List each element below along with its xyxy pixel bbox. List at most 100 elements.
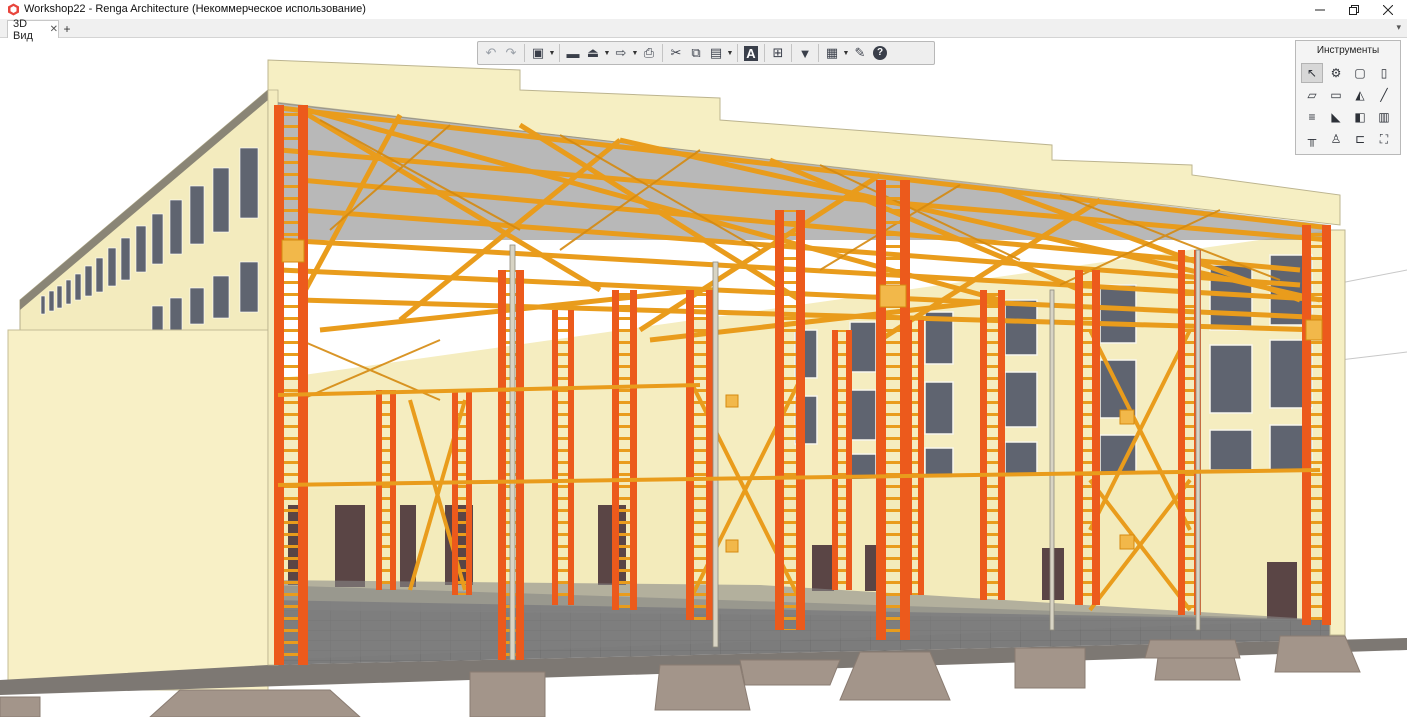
help-icon: ? — [873, 46, 887, 60]
view-cube-icon: ▣ — [531, 45, 545, 60]
stair-tool-button[interactable]: ≡ — [1301, 107, 1323, 127]
main-toolbar: ↶ ↷ ▣ ▼ ▬ ⏏ ▼ ⇨ ▼ ⎙ ✂ ⧉ ▤ ▼ A ⊞ ▼ ▦ ▼ ✎ … — [477, 41, 935, 65]
properties-icon: ▦ — [825, 45, 839, 60]
open-folder-icon: ▬ — [566, 45, 580, 61]
tab-3d-view[interactable]: 3D Вид ✕ — [7, 18, 59, 42]
undo-icon: ↶ — [485, 45, 497, 60]
export-dropdown-icon[interactable]: ▼ — [631, 50, 639, 57]
slab-tool-button[interactable]: ▱ — [1301, 85, 1323, 105]
open-button[interactable]: ▬ — [563, 43, 583, 63]
redo-button[interactable]: ↷ — [501, 43, 521, 63]
window-tool-icon: ▥ — [1378, 110, 1390, 124]
column-1 — [274, 105, 308, 665]
text-style-icon: A — [744, 45, 758, 61]
title-bar: Workshop22 - Renga Architecture (Некомме… — [0, 0, 1407, 20]
paste-button[interactable]: ▤ — [706, 43, 726, 63]
column-tool-button[interactable]: ▢ — [1349, 63, 1371, 83]
close-icon — [1383, 4, 1393, 15]
element-tool-button[interactable]: ⛶ — [1373, 129, 1395, 149]
redo-icon: ↷ — [505, 45, 517, 60]
import-button[interactable]: ⏏ — [583, 43, 603, 63]
column-tool-icon: ▢ — [1354, 66, 1366, 80]
restore-button[interactable] — [1337, 0, 1371, 19]
slab-tool-icon: ▱ — [1307, 88, 1317, 102]
door-tool-button[interactable]: ◧ — [1349, 107, 1371, 127]
column-10 — [1302, 225, 1331, 625]
tab-close-icon[interactable]: ✕ — [50, 24, 58, 35]
column-11 — [376, 390, 396, 590]
opening-tool-button[interactable]: ▭ — [1325, 85, 1347, 105]
column-7 — [980, 290, 1005, 600]
3d-viewport[interactable] — [0, 37, 1407, 717]
undo-button[interactable]: ↶ — [481, 43, 501, 63]
print-icon: ⎙ — [643, 45, 655, 60]
toolbar-separator — [662, 44, 663, 62]
toolbar-separator — [737, 44, 738, 62]
tools-panel-title: Инструменты — [1316, 45, 1380, 56]
help-button[interactable]: ? — [870, 43, 890, 63]
import-dropdown-icon[interactable]: ▼ — [603, 50, 611, 57]
railing-tool-icon: ╥ — [1307, 132, 1317, 146]
export-icon: ⇨ — [615, 45, 627, 60]
toolbar-separator — [818, 44, 819, 62]
text-style-button[interactable]: A — [741, 43, 761, 63]
tabs-dropdown-icon[interactable]: ▾ — [1396, 22, 1401, 33]
select-tool-button[interactable]: ↖ — [1301, 63, 1323, 83]
print-button[interactable]: ⎙ — [639, 43, 659, 63]
tab-bar: 3D Вид ✕ + ▾ — [0, 18, 1407, 42]
beam-tool-icon: ▯ — [1380, 66, 1388, 80]
toolbar-separator — [524, 44, 525, 62]
opening-tool-icon: ▭ — [1330, 88, 1342, 102]
line-tool-icon: ╱ — [1380, 88, 1388, 102]
settings-wrench-icon: ✎ — [854, 45, 866, 60]
properties-button[interactable]: ▦ — [822, 43, 842, 63]
view-cube-dropdown-icon[interactable]: ▼ — [548, 50, 556, 57]
toolbar-separator — [559, 44, 560, 62]
element-tool-icon: ⛶ — [1379, 131, 1389, 146]
line-tool-button[interactable]: ╱ — [1373, 85, 1395, 105]
add-tab-button[interactable]: + — [60, 21, 74, 36]
stair-tool-icon: ≡ — [1308, 110, 1316, 124]
cut-button[interactable]: ✂ — [666, 43, 686, 63]
copy-icon: ⧉ — [691, 45, 701, 60]
filter-icon: ▼ — [798, 45, 812, 61]
renga-app-icon — [8, 3, 19, 16]
export-button[interactable]: ⇨ — [611, 43, 631, 63]
close-button[interactable] — [1371, 0, 1405, 19]
assembly-tool-icon: ⚙ — [1330, 66, 1342, 80]
column-13 — [552, 310, 574, 605]
pipe-tool-button[interactable]: ⊏ — [1349, 129, 1371, 149]
ramp-tool-icon: ◣ — [1331, 110, 1341, 124]
select-tool-icon: ↖ — [1306, 66, 1318, 80]
column-4 — [686, 290, 714, 620]
column-12 — [452, 390, 472, 595]
properties-dropdown-icon[interactable]: ▼ — [842, 50, 850, 57]
pipe-tool-icon: ⊏ — [1354, 132, 1366, 146]
beam-tool-button[interactable]: ▯ — [1373, 63, 1395, 83]
view-cube-button[interactable]: ▣ — [528, 43, 548, 63]
equipment-tool-button[interactable]: ♙ — [1325, 129, 1347, 149]
column-6 — [876, 180, 910, 640]
cut-icon: ✂ — [670, 45, 682, 60]
ramp-tool-button[interactable]: ◣ — [1325, 107, 1347, 127]
column-3 — [612, 290, 637, 610]
layers-button[interactable]: ⊞ — [768, 43, 788, 63]
toolbar-separator — [791, 44, 792, 62]
paste-dropdown-icon[interactable]: ▼ — [726, 50, 734, 57]
assembly-tool-button[interactable]: ⚙ — [1325, 63, 1347, 83]
column-14 — [832, 330, 852, 590]
building-model-render — [0, 59, 1407, 717]
minimize-button[interactable] — [1303, 0, 1337, 19]
tools-grid: ↖ ⚙ ▢ ▯ ▱ ▭ ◭ ╱ ≡ ◣ ◧ ▥ ╥ ♙ ⊏ ⛶ — [1301, 63, 1397, 151]
door-tool-icon: ◧ — [1354, 110, 1366, 124]
roof-tool-button[interactable]: ◭ — [1349, 85, 1371, 105]
equipment-tool-icon: ♙ — [1330, 132, 1342, 146]
window-tool-button[interactable]: ▥ — [1373, 107, 1395, 127]
railing-tool-button[interactable]: ╥ — [1301, 129, 1323, 149]
column-8 — [1075, 270, 1100, 605]
tools-panel: Инструменты ↖ ⚙ ▢ ▯ ▱ ▭ ◭ ╱ ≡ ◣ ◧ ▥ ╥ ♙ … — [1295, 40, 1401, 155]
paste-icon: ▤ — [709, 45, 723, 60]
settings-button[interactable]: ✎ — [850, 43, 870, 63]
copy-button[interactable]: ⧉ — [686, 43, 706, 63]
filter-button[interactable]: ▼ — [795, 43, 815, 63]
